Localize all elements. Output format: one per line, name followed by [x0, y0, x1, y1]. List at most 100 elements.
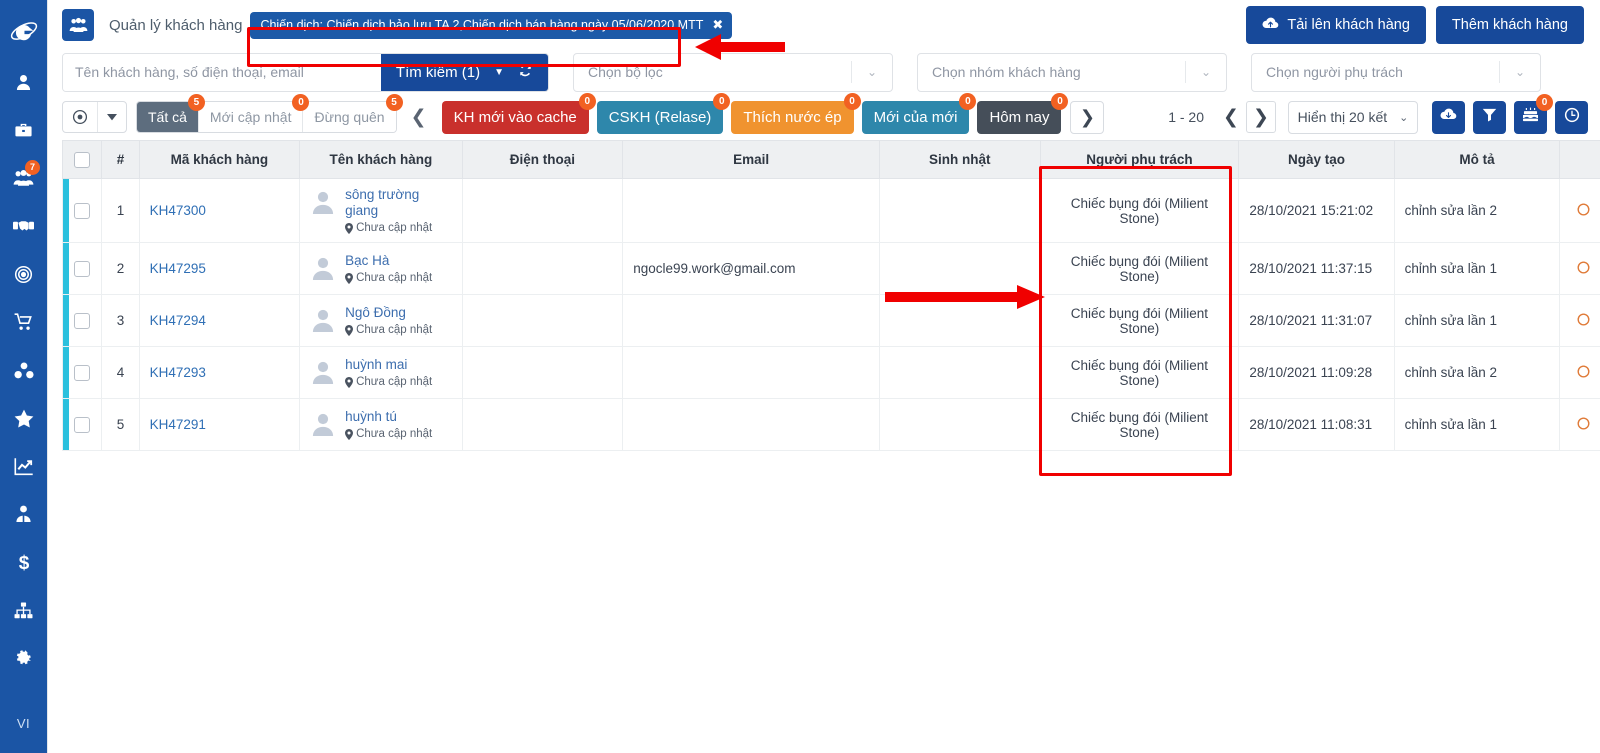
row-index: 3	[101, 294, 140, 347]
customer-name-block: Ngô Đồng Chưa cập nhật	[310, 305, 452, 336]
customer-name[interactable]: sông trường giang	[345, 187, 419, 218]
search-input[interactable]	[63, 53, 381, 91]
sidebar-item-sitemap[interactable]	[0, 586, 47, 634]
sidebar-item-finance[interactable]: $	[0, 538, 47, 586]
row-name-cell: huỳnh tú Chưa cập nhật	[299, 398, 463, 451]
chevron-down-icon: ⌄	[866, 65, 878, 79]
sidebar-item-settings[interactable]	[0, 634, 47, 682]
campaign-filter-tag[interactable]: Chiến dịch: Chiến dịch bảo lưu TA 2,Chiế…	[250, 11, 733, 39]
row-code: KH47291	[138, 398, 301, 451]
customer-code-link[interactable]: KH47300	[150, 203, 206, 218]
sidebar-item-cart[interactable]	[0, 298, 47, 346]
customer-name[interactable]: Bạc Hà	[345, 253, 389, 268]
export-download-button[interactable]	[1432, 100, 1465, 134]
chip-cskh-relase[interactable]: CSKH (Relase) 0	[596, 92, 731, 134]
row-actions[interactable]	[1559, 294, 1600, 347]
history-button[interactable]	[1555, 100, 1588, 134]
chip-hom-nay[interactable]: Hôm nay 0	[977, 92, 1069, 134]
sidebar-item-handshake[interactable]	[0, 202, 47, 250]
chips-scroll-right-button[interactable]: ❯	[1070, 100, 1105, 134]
sidebar-item-report[interactable]	[0, 442, 47, 490]
row-birthday	[879, 294, 1041, 347]
row-code: KH47300	[138, 178, 301, 243]
row-birthday	[879, 398, 1041, 451]
header-birthday[interactable]: Sinh nhật	[879, 140, 1041, 179]
row-checkbox[interactable]	[74, 202, 91, 219]
app-logo[interactable]	[0, 6, 47, 58]
chip-thich-nuoc-ep[interactable]: Thích nước ép 0	[731, 92, 861, 134]
sidebar-item-briefcase[interactable]	[0, 106, 47, 154]
row-actions[interactable]	[1559, 242, 1600, 295]
row-checkbox[interactable]	[74, 364, 91, 381]
table-row[interactable]: 1 KH47300 sông trường giang Chưa cập nhậ…	[61, 178, 1600, 243]
birthday-button[interactable]: 0	[1514, 93, 1553, 134]
tab-moi-cap-nhat[interactable]: Mới cập nhật 0	[197, 94, 310, 132]
advanced-filter-button[interactable]	[1473, 100, 1506, 134]
customer-group-select[interactable]: Chọn nhóm khách hàng ⌄	[917, 52, 1227, 92]
header-email[interactable]: Email	[622, 140, 880, 179]
row-email	[622, 346, 880, 399]
sidebar-item-boxes[interactable]	[0, 346, 47, 394]
select-all-checkbox[interactable]	[74, 151, 91, 168]
customer-name[interactable]: huỳnh mai	[345, 357, 407, 372]
header-description[interactable]: Mô tả	[1393, 140, 1561, 179]
search-button[interactable]: Tìm kiếm (1) ▼	[380, 53, 548, 91]
customer-code-link[interactable]: KH47291	[150, 417, 206, 432]
upload-customers-button[interactable]: Tải lên khách hàng	[1246, 6, 1426, 44]
location-pin-icon	[345, 324, 354, 336]
pagination-next-button[interactable]: ❯	[1246, 101, 1276, 133]
sidebar-item-star[interactable]	[0, 394, 47, 442]
filter-select-value: Chọn bộ lọc	[588, 64, 663, 80]
chevron-down-icon: ⌄	[1200, 65, 1212, 79]
table-body: 1 KH47300 sông trường giang Chưa cập nhậ…	[61, 178, 1600, 451]
row-description: chỉnh sửa lần 1	[1393, 294, 1561, 347]
add-customer-button[interactable]: Thêm khách hàng	[1435, 6, 1584, 44]
view-mode-dropdown-icon[interactable]	[97, 102, 126, 132]
table-row[interactable]: 2 KH47295 Bạc Hà Chưa cập nhật ngocle99.…	[61, 242, 1600, 295]
pagination: 1 - 20 ❮ ❯ Hiển thị 20 kết ⌄	[1168, 100, 1418, 134]
campaign-tag-close-icon[interactable]: ✖	[712, 17, 723, 33]
sidebar-item-target[interactable]	[0, 250, 47, 298]
chip-kh-moi-vao-cache[interactable]: KH mới vào cache 0	[441, 92, 596, 134]
row-actions[interactable]	[1559, 178, 1600, 243]
table-row[interactable]: 4 KH47293 huỳnh mai Chưa cập nhật Chiếc …	[61, 346, 1600, 399]
owner-select[interactable]: Chọn người phụ trách ⌄	[1251, 52, 1541, 92]
sidebar-item-employee[interactable]	[0, 490, 47, 538]
header-phone[interactable]: Điện thoại	[461, 140, 624, 179]
chips-scroll-left-button[interactable]: ❮	[404, 101, 434, 133]
main-content: Quản lý khách hàng Chiến dịch: Chiến dịc…	[47, 0, 1600, 753]
header-owner[interactable]: Người phụ trách	[1039, 140, 1240, 179]
customer-code-link[interactable]: KH47294	[150, 313, 206, 328]
chip-hom-nay-label: Hôm nay	[989, 108, 1050, 126]
row-checkbox[interactable]	[74, 416, 91, 433]
row-checkbox[interactable]	[74, 260, 91, 277]
pagination-prev-button[interactable]: ❮	[1216, 101, 1246, 133]
customer-code-link[interactable]: KH47295	[150, 261, 206, 276]
radio-circle-icon[interactable]	[63, 102, 97, 132]
sidebar-language[interactable]: VI	[0, 716, 47, 731]
chevron-down-icon: ⌄	[1514, 65, 1526, 79]
customer-code-link[interactable]: KH47293	[150, 365, 206, 380]
chip-moi-cua-moi-label: Mới của mới	[873, 108, 958, 126]
sidebar-item-user[interactable]	[0, 58, 47, 106]
customer-name[interactable]: huỳnh tú	[345, 409, 397, 424]
table-row[interactable]: 3 KH47294 Ngô Đồng Chưa cập nhật Chiếc b…	[61, 294, 1600, 347]
row-checkbox[interactable]	[74, 312, 91, 329]
header-code[interactable]: Mã khách hàng	[138, 140, 301, 179]
row-actions[interactable]	[1559, 398, 1600, 451]
sidebar-item-customers[interactable]: 7	[0, 154, 47, 202]
tab-dung-quen[interactable]: Đừng quên 5	[302, 94, 403, 132]
refresh-icon[interactable]	[518, 63, 533, 82]
chevron-down-icon[interactable]: ▼	[494, 67, 504, 78]
pagination-range: 1 - 20	[1168, 109, 1204, 125]
filter-select[interactable]: Chọn bộ lọc ⌄	[573, 52, 893, 92]
header-created[interactable]: Ngày tạo	[1238, 140, 1395, 179]
row-actions[interactable]	[1559, 346, 1600, 399]
tab-tat-ca[interactable]: Tất cả 5	[137, 94, 205, 132]
header-name[interactable]: Tên khách hàng	[299, 140, 463, 179]
customer-name[interactable]: Ngô Đồng	[345, 305, 406, 320]
per-page-select[interactable]: Hiển thị 20 kết ⌄	[1288, 100, 1418, 134]
header-index[interactable]: #	[101, 140, 140, 179]
table-row[interactable]: 5 KH47291 huỳnh tú Chưa cập nhật Chiếc b…	[61, 398, 1600, 451]
chip-moi-cua-moi[interactable]: Mới của mới 0	[861, 92, 977, 134]
